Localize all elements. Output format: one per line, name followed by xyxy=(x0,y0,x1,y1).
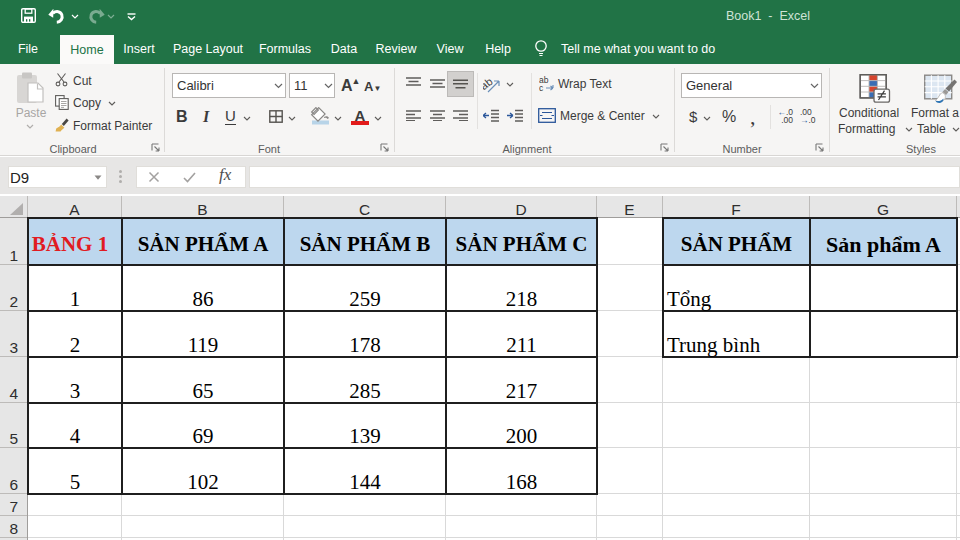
svg-text:ab: ab xyxy=(483,76,495,92)
